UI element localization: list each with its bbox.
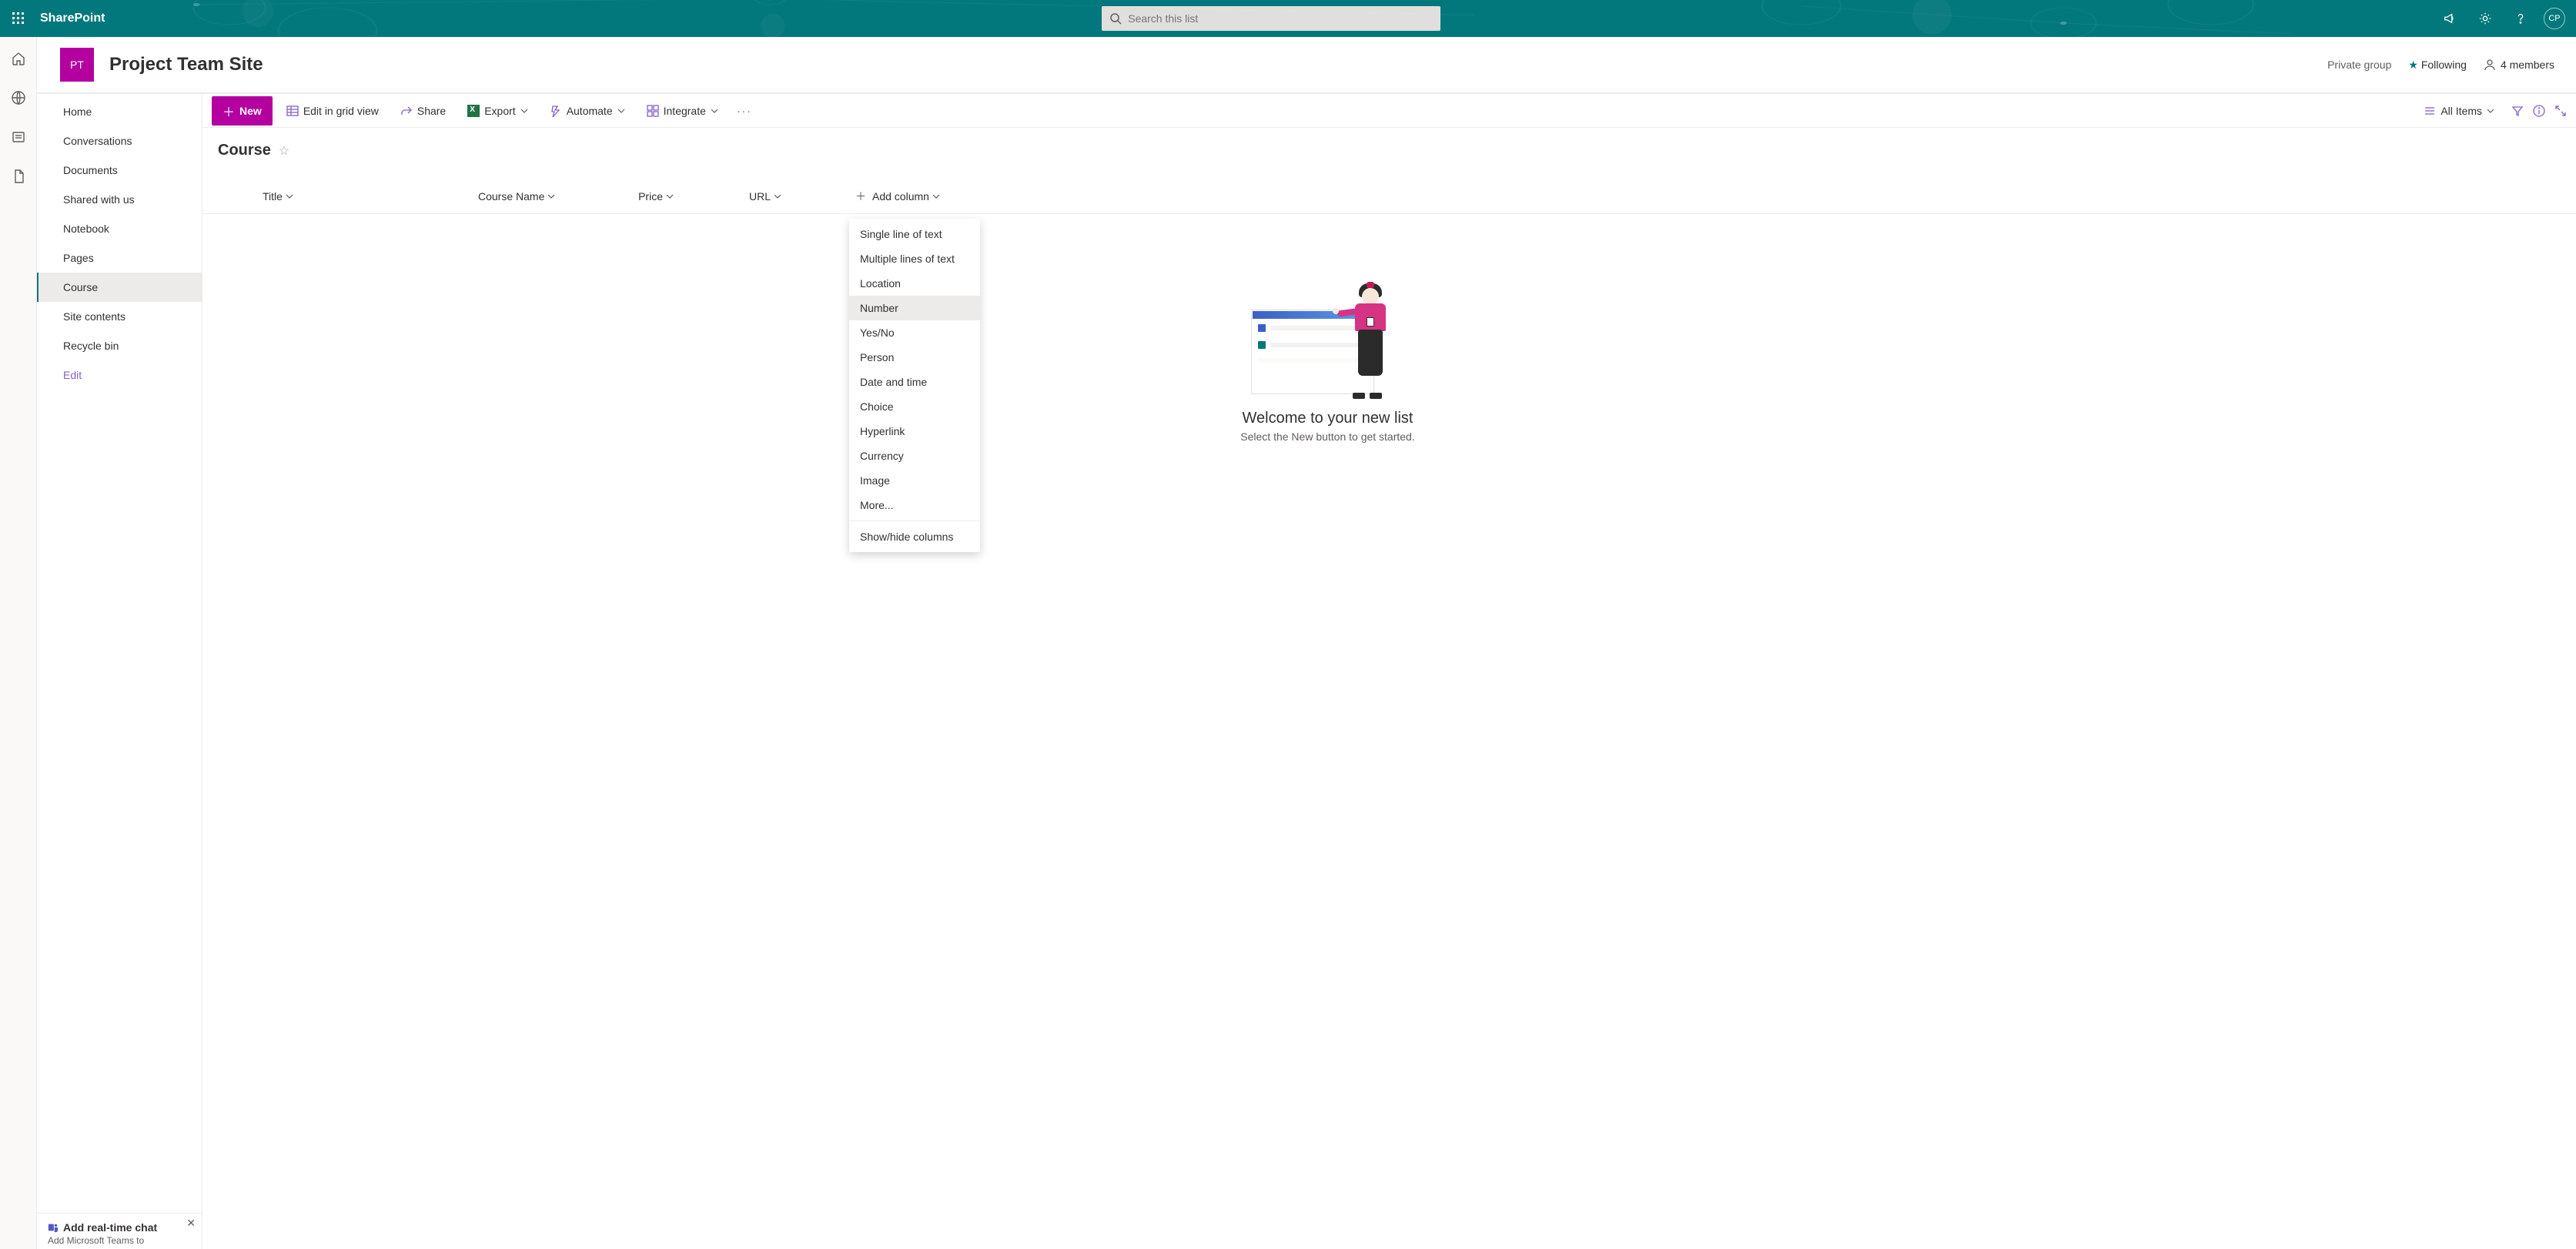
export-button[interactable]: Export <box>460 100 535 122</box>
chevron-down-icon <box>932 193 940 200</box>
automate-button[interactable]: Automate <box>542 100 633 122</box>
nav-home[interactable]: Home <box>37 97 202 126</box>
main-column: ＋ New Edit in grid view Share Export <box>202 93 2576 1249</box>
grid-icon <box>286 105 299 117</box>
share-icon <box>400 105 413 117</box>
dropdown-item-show-hide[interactable]: Show/hide columns <box>849 524 980 549</box>
help-icon[interactable] <box>2508 6 2533 31</box>
nav-shared-with-us[interactable]: Shared with us <box>37 185 202 214</box>
chevron-down-icon <box>711 107 718 115</box>
hub-row: Home Conversations Documents Shared with… <box>37 93 2576 1249</box>
members-label: 4 members <box>2501 59 2554 71</box>
content-area: PT Project Team Site Private group ★ Fol… <box>37 37 2576 1249</box>
column-header-url[interactable]: URL <box>680 187 788 206</box>
chat-promo: ✕ Add real-time chat Add Microsoft Teams… <box>37 1213 202 1249</box>
app-body: PT Project Team Site Private group ★ Fol… <box>0 37 2576 1249</box>
empty-state-title: Welcome to your new list <box>1243 410 1413 427</box>
globe-icon[interactable] <box>11 90 26 108</box>
star-icon: ★ <box>2408 59 2418 71</box>
share-button[interactable]: Share <box>393 100 453 122</box>
add-column-dropdown: Single line of text Multiple lines of te… <box>849 219 980 552</box>
members-button[interactable]: 4 members <box>2484 59 2554 71</box>
dropdown-item-hyperlink[interactable]: Hyperlink <box>849 419 980 444</box>
settings-gear-icon[interactable] <box>2473 6 2497 31</box>
close-icon[interactable]: ✕ <box>186 1217 196 1230</box>
dropdown-item-single-line[interactable]: Single line of text <box>849 222 980 246</box>
dropdown-item-location[interactable]: Location <box>849 271 980 296</box>
more-button[interactable]: ··· <box>732 102 757 120</box>
news-icon[interactable] <box>11 129 26 147</box>
list-title: Course <box>218 142 271 159</box>
automate-icon <box>550 105 562 117</box>
list-title-row: Course ☆ <box>202 128 2576 166</box>
chevron-down-icon <box>286 193 293 200</box>
chat-promo-subtitle: Add Microsoft Teams to <box>48 1235 191 1246</box>
dropdown-item-more[interactable]: More... <box>849 493 980 517</box>
excel-icon <box>467 105 480 117</box>
suite-right: CP <box>2437 6 2576 31</box>
expand-icon[interactable] <box>2554 105 2567 117</box>
site-header: PT Project Team Site Private group ★ Fol… <box>37 37 2576 93</box>
files-icon[interactable] <box>11 169 26 186</box>
chat-promo-title[interactable]: Add real-time chat <box>48 1221 191 1234</box>
dropdown-item-person[interactable]: Person <box>849 345 980 370</box>
search-icon <box>1109 12 1122 25</box>
list-icon <box>2424 105 2436 117</box>
following-button[interactable]: ★ Following <box>2408 59 2467 72</box>
view-selector[interactable]: All Items <box>2416 100 2502 122</box>
person-icon <box>2484 59 2496 71</box>
dropdown-item-multi-line[interactable]: Multiple lines of text <box>849 246 980 271</box>
nav-conversations[interactable]: Conversations <box>37 126 202 156</box>
site-meta: Private group ★ Following 4 members <box>2327 59 2554 72</box>
chevron-down-icon <box>617 107 625 115</box>
teams-icon <box>48 1222 59 1233</box>
suite-brand[interactable]: SharePoint <box>40 12 105 25</box>
empty-state-subtitle: Select the New button to get started. <box>1240 430 1414 443</box>
integrate-button[interactable]: Integrate <box>639 100 726 122</box>
empty-state: Welcome to your new list Select the New … <box>141 214 2514 443</box>
info-icon[interactable] <box>2533 105 2545 117</box>
app-rail <box>0 37 37 1249</box>
user-avatar[interactable]: CP <box>2544 8 2565 29</box>
privacy-label: Private group <box>2327 59 2391 71</box>
chevron-down-icon <box>2487 107 2494 115</box>
plus-icon: ＋ <box>855 189 866 204</box>
dropdown-item-yesno[interactable]: Yes/No <box>849 320 980 345</box>
site-title[interactable]: Project Team Site <box>109 54 263 75</box>
integrate-icon <box>647 105 659 117</box>
dropdown-item-choice[interactable]: Choice <box>849 394 980 419</box>
column-header-title[interactable]: Title <box>256 187 472 206</box>
search-box[interactable] <box>1102 6 1440 31</box>
chevron-down-icon <box>520 107 528 115</box>
app-launcher-icon[interactable] <box>0 0 37 37</box>
chevron-down-icon <box>547 193 555 200</box>
favorite-star-icon[interactable]: ☆ <box>279 143 289 159</box>
site-logo[interactable]: PT <box>60 48 94 82</box>
edit-grid-button[interactable]: Edit in grid view <box>279 100 386 122</box>
suite-bar: SharePoint CP <box>0 0 2576 37</box>
chevron-down-icon <box>666 193 674 200</box>
command-bar: ＋ New Edit in grid view Share Export <box>202 94 2576 128</box>
plus-icon: ＋ <box>222 102 235 120</box>
column-header-price[interactable]: Price <box>587 187 680 206</box>
home-icon[interactable] <box>11 51 26 69</box>
search-input[interactable] <box>1128 12 1433 25</box>
dropdown-item-image[interactable]: Image <box>849 468 980 493</box>
dropdown-item-currency[interactable]: Currency <box>849 444 980 468</box>
empty-illustration <box>1251 283 1405 399</box>
column-headers: Title Course Name Price URL <box>202 179 2576 214</box>
new-button[interactable]: ＋ New <box>212 96 273 126</box>
megaphone-icon[interactable] <box>2437 6 2462 31</box>
chevron-down-icon <box>774 193 781 200</box>
column-header-course-name[interactable]: Course Name <box>472 187 587 206</box>
filter-icon[interactable] <box>2511 105 2524 117</box>
nav-documents[interactable]: Documents <box>37 156 202 185</box>
dropdown-item-number[interactable]: Number <box>849 296 980 320</box>
dropdown-item-date[interactable]: Date and time <box>849 370 980 394</box>
add-column-button[interactable]: ＋ Add column <box>849 186 988 207</box>
